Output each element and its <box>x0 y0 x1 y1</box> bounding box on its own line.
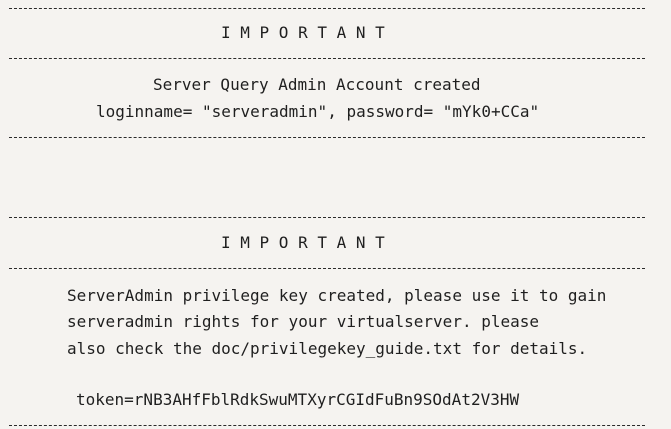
divider <box>9 137 645 138</box>
divider <box>9 58 645 59</box>
privilege-token: token=rNB3AHfFblRdkSwuMTXyrCGIdFuBn9SOdA… <box>76 390 520 409</box>
login-credentials-text: loginname= "serveradmin", password= "mYk… <box>96 102 540 121</box>
divider <box>9 8 645 9</box>
divider <box>9 217 645 218</box>
divider <box>9 425 645 426</box>
privilege-key-text: also check the doc/privilegekey_guide.tx… <box>67 339 588 358</box>
important-heading: I M P O R T A N T <box>221 233 385 252</box>
divider <box>9 268 645 269</box>
important-heading: I M P O R T A N T <box>221 23 385 42</box>
admin-account-created-text: Server Query Admin Account created <box>153 75 481 94</box>
privilege-key-text: ServerAdmin privilege key created, pleas… <box>67 286 607 305</box>
privilege-key-text: serveradmin rights for your virtualserve… <box>67 312 540 331</box>
